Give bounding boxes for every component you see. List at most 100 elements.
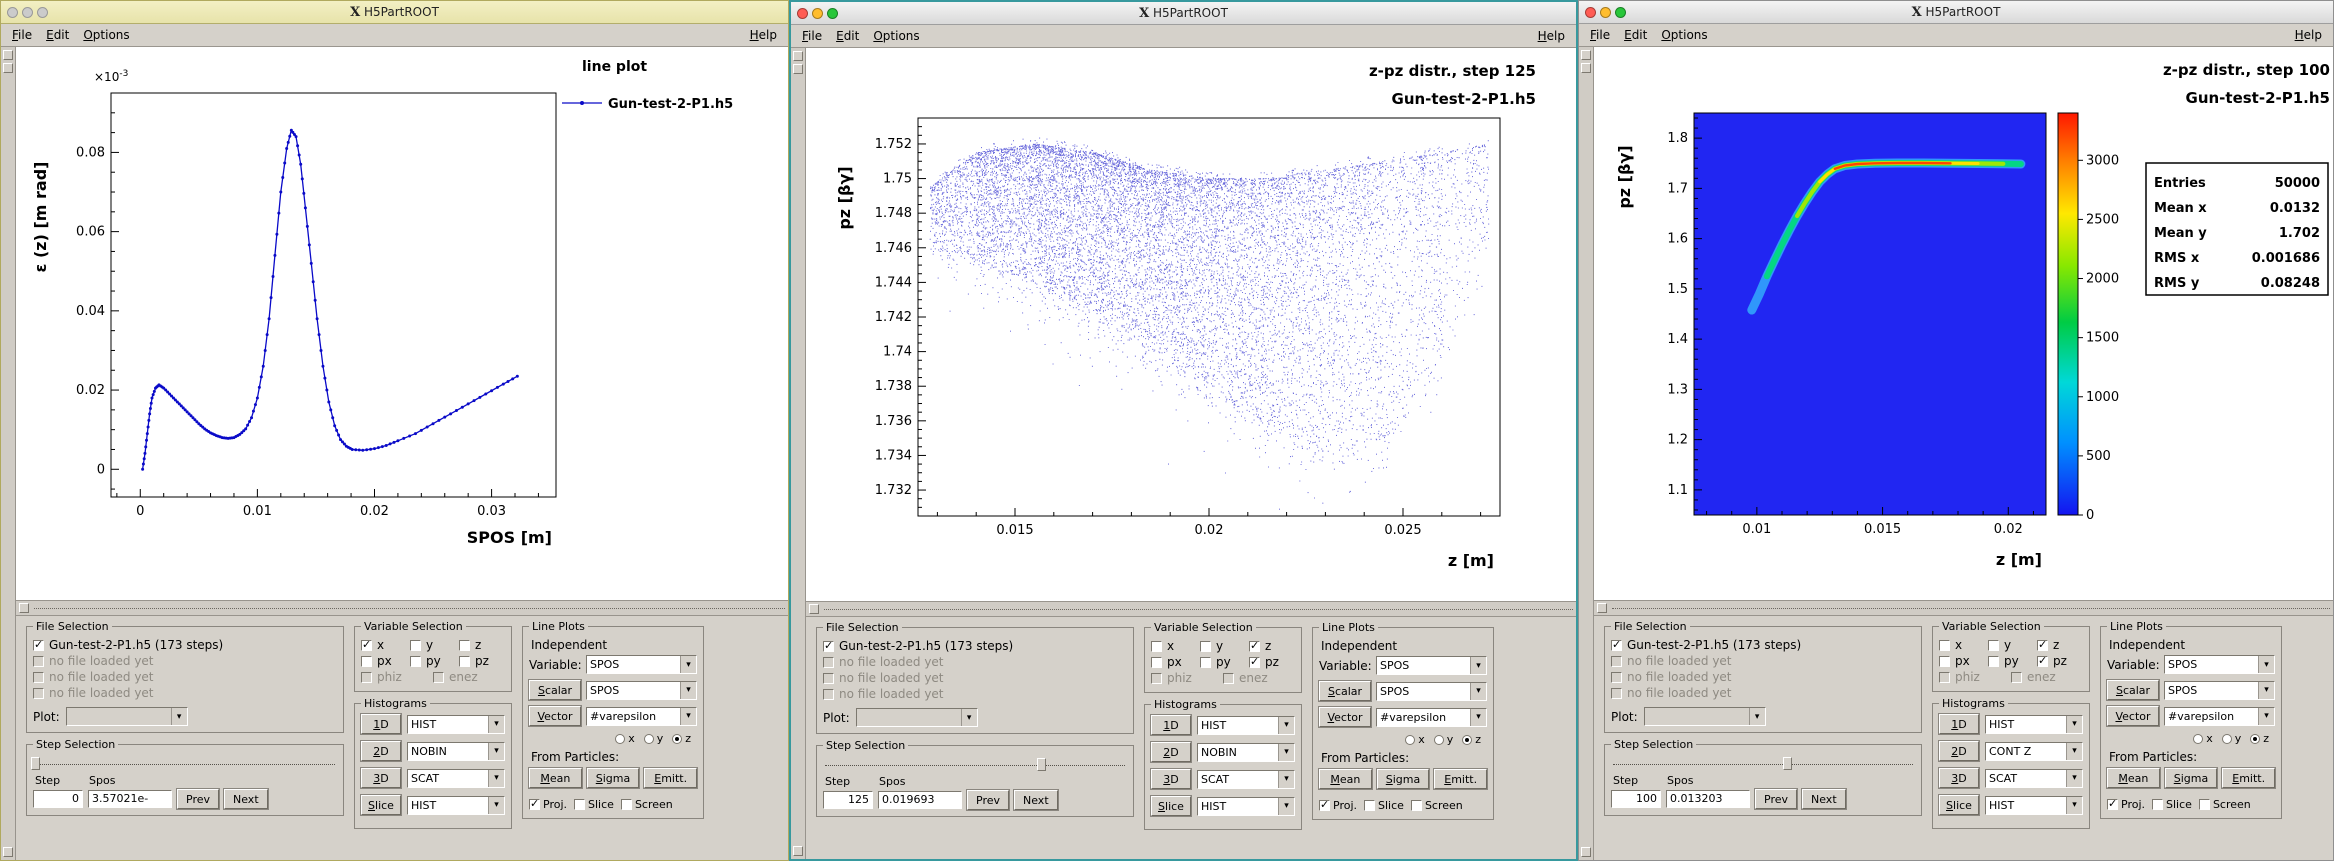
scalar-select[interactable]: SPOS▾ bbox=[2164, 681, 2275, 700]
var-pz-checkbox[interactable]: pz bbox=[2037, 653, 2082, 669]
file-checkbox-0[interactable]: Gun-test-2-P1.h5 (173 steps) bbox=[33, 637, 337, 653]
var-px-checkbox[interactable]: px bbox=[1939, 653, 1984, 669]
screen-checkbox[interactable]: Screen bbox=[2199, 796, 2251, 812]
menu-help[interactable]: Help bbox=[1531, 27, 1572, 45]
hist-slice-select[interactable]: HIST▾ bbox=[1985, 796, 2083, 815]
scalar-button[interactable]: Scalar bbox=[2107, 680, 2159, 700]
var-pz-checkbox[interactable]: pz bbox=[1249, 654, 1294, 670]
scrollbar-track[interactable] bbox=[824, 609, 1573, 610]
vector-select[interactable]: #varepsilon▾ bbox=[1376, 708, 1487, 727]
canvas-vertical-scrollbar[interactable] bbox=[1579, 47, 1594, 860]
minimize-button[interactable] bbox=[812, 8, 823, 19]
hist-slice-button[interactable]: Slice bbox=[361, 795, 401, 815]
menu-options[interactable]: Options bbox=[1654, 26, 1714, 44]
radio-y[interactable]: y bbox=[2222, 732, 2242, 745]
proj-checkbox[interactable]: Proj. bbox=[2107, 796, 2145, 812]
plot-select[interactable]: ▾ bbox=[66, 707, 188, 726]
menu-options[interactable]: Options bbox=[866, 27, 926, 45]
file-checkbox-0[interactable]: Gun-test-2-P1.h5 (173 steps) bbox=[1611, 637, 1915, 653]
canvas-horizontal-scrollbar[interactable] bbox=[1594, 600, 2333, 616]
canvas-vertical-scrollbar[interactable] bbox=[1, 47, 16, 860]
titlebar[interactable]: X H5PartROOT bbox=[1579, 1, 2333, 24]
emitt-button[interactable]: Emitt. bbox=[644, 768, 697, 788]
emitt-button[interactable]: Emitt. bbox=[2222, 768, 2275, 788]
step-input[interactable]: 0 bbox=[33, 790, 83, 808]
step-slider[interactable] bbox=[825, 758, 1125, 772]
radio-x[interactable]: x bbox=[1405, 733, 1425, 746]
scalar-select[interactable]: SPOS▾ bbox=[1376, 682, 1487, 701]
radio-x[interactable]: x bbox=[2193, 732, 2213, 745]
menu-options[interactable]: Options bbox=[76, 26, 136, 44]
spos-input[interactable]: 3.57021e- bbox=[88, 790, 172, 808]
step-input[interactable]: 125 bbox=[823, 791, 873, 809]
close-button[interactable] bbox=[797, 8, 808, 19]
scalar-button[interactable]: Scalar bbox=[1319, 681, 1371, 701]
menu-help[interactable]: Help bbox=[2288, 26, 2329, 44]
hist-3d-button[interactable]: 3D bbox=[1939, 768, 1979, 788]
minimize-button[interactable] bbox=[1600, 7, 1611, 18]
var-phiz-checkbox[interactable]: phiz bbox=[1151, 670, 1219, 686]
prev-button[interactable]: Prev bbox=[1755, 789, 1797, 809]
canvas-vertical-scrollbar[interactable] bbox=[791, 48, 806, 859]
var-enez-checkbox[interactable]: enez bbox=[1223, 670, 1291, 686]
file-checkbox-1[interactable]: no file loaded yet bbox=[823, 654, 1127, 670]
canvas-horizontal-scrollbar[interactable] bbox=[16, 600, 788, 616]
close-button[interactable] bbox=[7, 7, 18, 18]
file-checkbox-3[interactable]: no file loaded yet bbox=[33, 685, 337, 701]
var-x-checkbox[interactable]: x bbox=[1151, 638, 1196, 654]
radio-y[interactable]: y bbox=[1434, 733, 1454, 746]
file-checkbox-0[interactable]: Gun-test-2-P1.h5 (173 steps) bbox=[823, 638, 1127, 654]
var-enez-checkbox[interactable]: enez bbox=[2011, 669, 2079, 685]
sigma-button[interactable]: Sigma bbox=[587, 768, 640, 788]
hist-3d-button[interactable]: 3D bbox=[1151, 769, 1191, 789]
menu-file[interactable]: File bbox=[5, 26, 39, 44]
menu-edit[interactable]: Edit bbox=[829, 27, 866, 45]
hist-1d-select[interactable]: HIST▾ bbox=[1985, 715, 2083, 734]
scroll-left-button[interactable] bbox=[19, 603, 29, 613]
vector-select[interactable]: #varepsilon▾ bbox=[2164, 707, 2275, 726]
screen-checkbox[interactable]: Screen bbox=[1411, 797, 1463, 813]
next-button[interactable]: Next bbox=[1014, 790, 1058, 810]
prev-button[interactable]: Prev bbox=[967, 790, 1009, 810]
slice-checkbox[interactable]: Slice bbox=[2152, 796, 2192, 812]
hist-2d-button[interactable]: 2D bbox=[361, 741, 401, 761]
scrollbar-track[interactable] bbox=[34, 608, 785, 609]
slice-checkbox[interactable]: Slice bbox=[1364, 797, 1404, 813]
scroll-up-button[interactable] bbox=[793, 51, 803, 61]
vector-button[interactable]: Vector bbox=[529, 706, 581, 726]
var-py-checkbox[interactable]: py bbox=[410, 653, 455, 669]
slider-thumb[interactable] bbox=[1783, 757, 1792, 770]
step-slider[interactable] bbox=[35, 757, 335, 771]
emitt-button[interactable]: Emitt. bbox=[1434, 769, 1487, 789]
var-phiz-checkbox[interactable]: phiz bbox=[361, 669, 429, 685]
menu-file[interactable]: File bbox=[1583, 26, 1617, 44]
scroll-up2-button[interactable] bbox=[3, 63, 13, 73]
maximize-button[interactable] bbox=[37, 7, 48, 18]
menu-edit[interactable]: Edit bbox=[1617, 26, 1654, 44]
step-input[interactable]: 100 bbox=[1611, 790, 1661, 808]
hist-3d-select[interactable]: SCAT▾ bbox=[1197, 770, 1295, 789]
file-checkbox-2[interactable]: no file loaded yet bbox=[1611, 669, 1915, 685]
next-button[interactable]: Next bbox=[224, 789, 268, 809]
step-slider[interactable] bbox=[1613, 757, 1913, 771]
maximize-button[interactable] bbox=[827, 8, 838, 19]
independent-variable-select[interactable]: SPOS▾ bbox=[2164, 655, 2275, 674]
file-checkbox-3[interactable]: no file loaded yet bbox=[1611, 685, 1915, 701]
hist-2d-select[interactable]: NOBIN▾ bbox=[1197, 743, 1295, 762]
scroll-left-button[interactable] bbox=[1597, 603, 1607, 613]
file-checkbox-2[interactable]: no file loaded yet bbox=[33, 669, 337, 685]
radio-x[interactable]: x bbox=[615, 732, 635, 745]
radio-z[interactable]: z bbox=[672, 732, 691, 745]
var-z-checkbox[interactable]: z bbox=[1249, 638, 1294, 654]
hist-slice-select[interactable]: HIST▾ bbox=[407, 796, 505, 815]
menu-help[interactable]: Help bbox=[743, 26, 784, 44]
independent-variable-select[interactable]: SPOS▾ bbox=[586, 655, 697, 674]
scroll-up2-button[interactable] bbox=[1581, 63, 1591, 73]
plot-select[interactable]: ▾ bbox=[856, 708, 978, 727]
spos-input[interactable]: 0.019693 bbox=[878, 791, 962, 809]
maximize-button[interactable] bbox=[1615, 7, 1626, 18]
file-checkbox-3[interactable]: no file loaded yet bbox=[823, 686, 1127, 702]
mean-button[interactable]: Mean bbox=[1319, 769, 1372, 789]
vector-select[interactable]: #varepsilon▾ bbox=[586, 707, 697, 726]
radio-y[interactable]: y bbox=[644, 732, 664, 745]
